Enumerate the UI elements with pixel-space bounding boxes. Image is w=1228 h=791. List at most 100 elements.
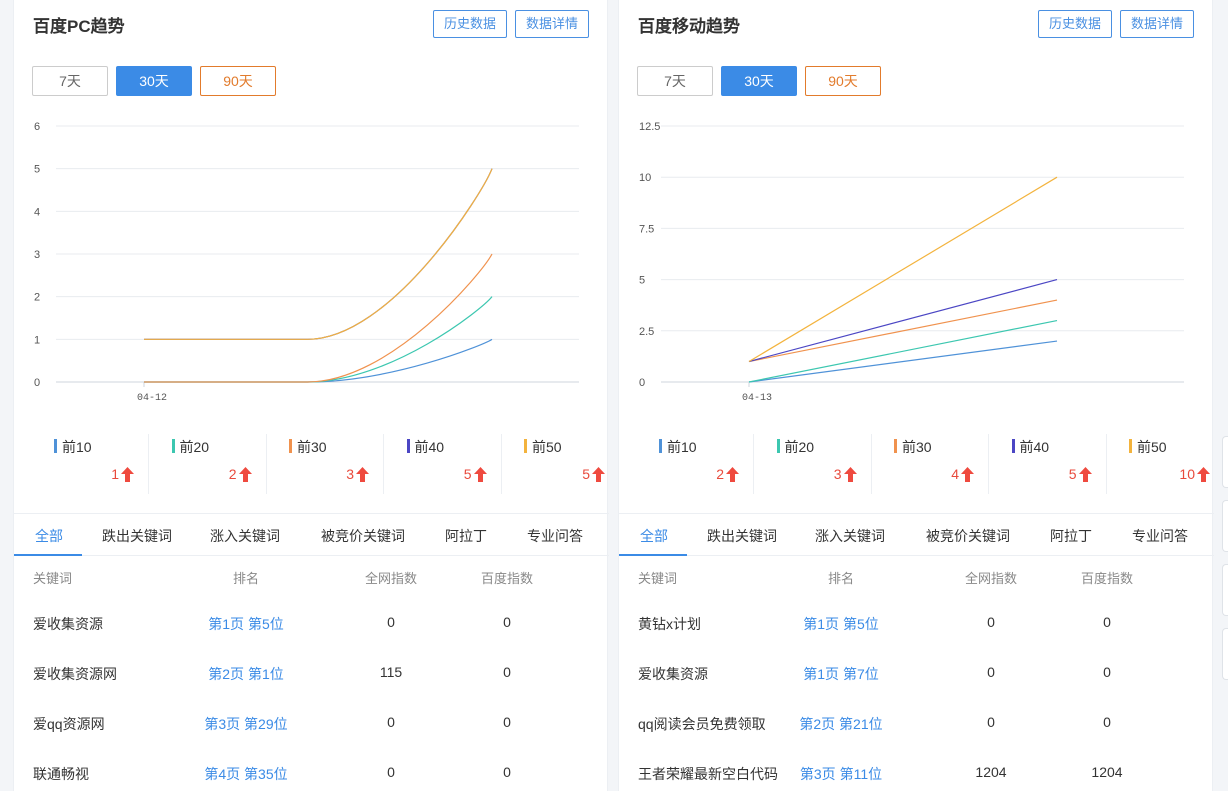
all-index-cell: 0: [987, 664, 995, 680]
keyword-cell: 爱收集资源: [33, 616, 103, 632]
tab-all[interactable]: 全部: [35, 526, 63, 546]
tab-bidded[interactable]: 被竞价关键词: [321, 526, 405, 546]
tab-dropped[interactable]: 跌出关键词: [102, 526, 172, 546]
legend-value-number: 5: [463, 466, 472, 482]
keyword-cell: 爱qq资源网: [33, 716, 105, 732]
keyword-cell: 爱收集资源网: [33, 666, 117, 682]
legend-item: 前20 2: [150, 434, 267, 494]
tab-aladdin[interactable]: 阿拉丁: [445, 526, 487, 546]
range-90d-button[interactable]: 90天: [200, 66, 276, 96]
up-arrow-icon: [961, 466, 974, 482]
y-tick-label: 4: [34, 206, 40, 218]
series-line-前20: [748, 319, 1058, 383]
legend-color-bar: [524, 439, 527, 453]
legend-label: 前40: [414, 439, 445, 455]
legend-label: 前20: [179, 439, 210, 455]
legend-value: 5: [464, 466, 487, 482]
legend-value: 4: [951, 466, 974, 482]
legend-label: 前10: [667, 439, 697, 455]
tab-risen[interactable]: 涨入关键词: [210, 526, 280, 546]
tab-qa[interactable]: 专业问答: [527, 526, 583, 546]
legend-label: 前50: [532, 439, 562, 455]
legend-item: 前50 5: [502, 434, 619, 494]
history-data-button[interactable]: 历史数据: [433, 10, 507, 38]
baidu-index-cell: 0: [1103, 614, 1111, 630]
tab-all[interactable]: 全部: [640, 526, 668, 546]
all-index-cell: 0: [387, 714, 395, 730]
side-float-tab[interactable]: [1222, 436, 1228, 488]
table-row: 爱收集资源网 第2页 第1位 115 0: [14, 664, 609, 714]
side-float-tab[interactable]: [1222, 564, 1228, 616]
series-line-前50: [748, 176, 1058, 363]
range-30d-button[interactable]: 30天: [721, 66, 797, 96]
rank-link[interactable]: 第3页 第29位: [166, 714, 326, 734]
y-tick-label: 0: [639, 377, 645, 389]
legend-label: 前10: [62, 439, 92, 455]
legend-item: 前10 2: [637, 434, 754, 494]
y-tick-label: 3: [34, 249, 40, 261]
header-baidu-index: 百度指数: [480, 571, 533, 586]
baidu-index-cell: 0: [1103, 664, 1111, 680]
table-row: 爱收集资源 第1页 第7位 0 0: [619, 664, 1214, 714]
legend-value: 3: [346, 466, 369, 482]
tab-qa[interactable]: 专业问答: [1132, 526, 1188, 546]
rank-link[interactable]: 第1页 第5位: [166, 614, 326, 634]
y-tick-label: 5: [639, 275, 645, 287]
keyword-cell: 爱收集资源: [638, 666, 708, 682]
legend-value: 1: [111, 466, 134, 482]
legend-item: 前20 3: [755, 434, 872, 494]
data-detail-button[interactable]: 数据详情: [515, 10, 589, 38]
up-arrow-icon: [121, 466, 134, 482]
mobile-trend-panel: 百度移动趋势 历史数据 数据详情 7天 30天 90天 0 2.5 5 7.5 10 12.5 04-1…: [618, 0, 1214, 791]
rank-link[interactable]: 第1页 第5位: [761, 614, 921, 634]
legend-item: 前30 4: [872, 434, 989, 494]
keyword-tabs: 全部 跌出关键词 涨入关键词 被竞价关键词 阿拉丁 专业问答: [619, 513, 1214, 556]
tab-dropped[interactable]: 跌出关键词: [707, 526, 777, 546]
header-all-index: 全网指数: [964, 571, 1017, 586]
header-keyword: 关键词: [638, 571, 678, 586]
legend-label: 前30: [902, 439, 932, 455]
side-float-tab[interactable]: [1222, 628, 1228, 680]
tab-aladdin[interactable]: 阿拉丁: [1050, 526, 1092, 546]
header-rank: 排名: [827, 571, 854, 586]
keyword-tabs: 全部 跌出关键词 涨入关键词 被竞价关键词 阿拉丁 专业问答: [14, 513, 609, 556]
legend-value-number: 5: [1068, 466, 1077, 482]
legend-label: 前40: [1019, 439, 1050, 455]
series-line-前10: [144, 338, 493, 383]
header-rank: 排名: [232, 571, 259, 586]
up-arrow-icon: [473, 466, 487, 482]
rank-link[interactable]: 第1页 第7位: [761, 664, 921, 684]
legend-value-number: 4: [951, 466, 959, 482]
tab-bidded[interactable]: 被竞价关键词: [926, 526, 1010, 546]
tab-risen[interactable]: 涨入关键词: [815, 526, 885, 546]
rank-link[interactable]: 第2页 第1位: [166, 664, 326, 684]
legend-value-number: 5: [582, 466, 590, 482]
range-30d-button[interactable]: 30天: [116, 66, 192, 96]
range-90d-button[interactable]: 90天: [805, 66, 881, 96]
legend-color-bar: [171, 439, 175, 453]
y-tick-label: 7.5: [639, 223, 654, 235]
legend-value: 2: [716, 466, 739, 482]
table-row: 王者荣耀最新空白代码 第3页 第11位 1204 1204: [619, 764, 1214, 791]
range-7d-button[interactable]: 7天: [32, 66, 108, 96]
range-7d-button[interactable]: 7天: [637, 66, 713, 96]
legend-color-bar: [659, 439, 662, 453]
side-float-tab[interactable]: [1222, 500, 1228, 552]
active-tab-underline: [619, 554, 687, 556]
legend-color-bar: [289, 439, 292, 453]
legend-color-bar: [894, 439, 897, 453]
baidu-index-cell: 0: [1103, 714, 1111, 730]
pc-trend-panel: 百度PC趋势 历史数据 数据详情 7天 30天 90天 0 1 2 3 4 5 6 04-12 前10 1 前2…: [13, 0, 609, 791]
legend-color-bar: [1129, 439, 1132, 453]
legend-item: 前40 5: [990, 434, 1107, 494]
history-data-button[interactable]: 历史数据: [1038, 10, 1112, 38]
rank-link[interactable]: 第3页 第11位: [761, 764, 921, 784]
header-baidu-index: 百度指数: [1080, 571, 1133, 586]
rank-link[interactable]: 第2页 第21位: [761, 714, 921, 734]
data-detail-button[interactable]: 数据详情: [1120, 10, 1194, 38]
series-line-前40: [748, 279, 1058, 363]
y-tick-label: 0: [34, 377, 40, 389]
legend-value: 10: [1179, 466, 1210, 482]
legend-item: 前40 5: [385, 434, 502, 494]
rank-link[interactable]: 第4页 第35位: [166, 764, 326, 784]
